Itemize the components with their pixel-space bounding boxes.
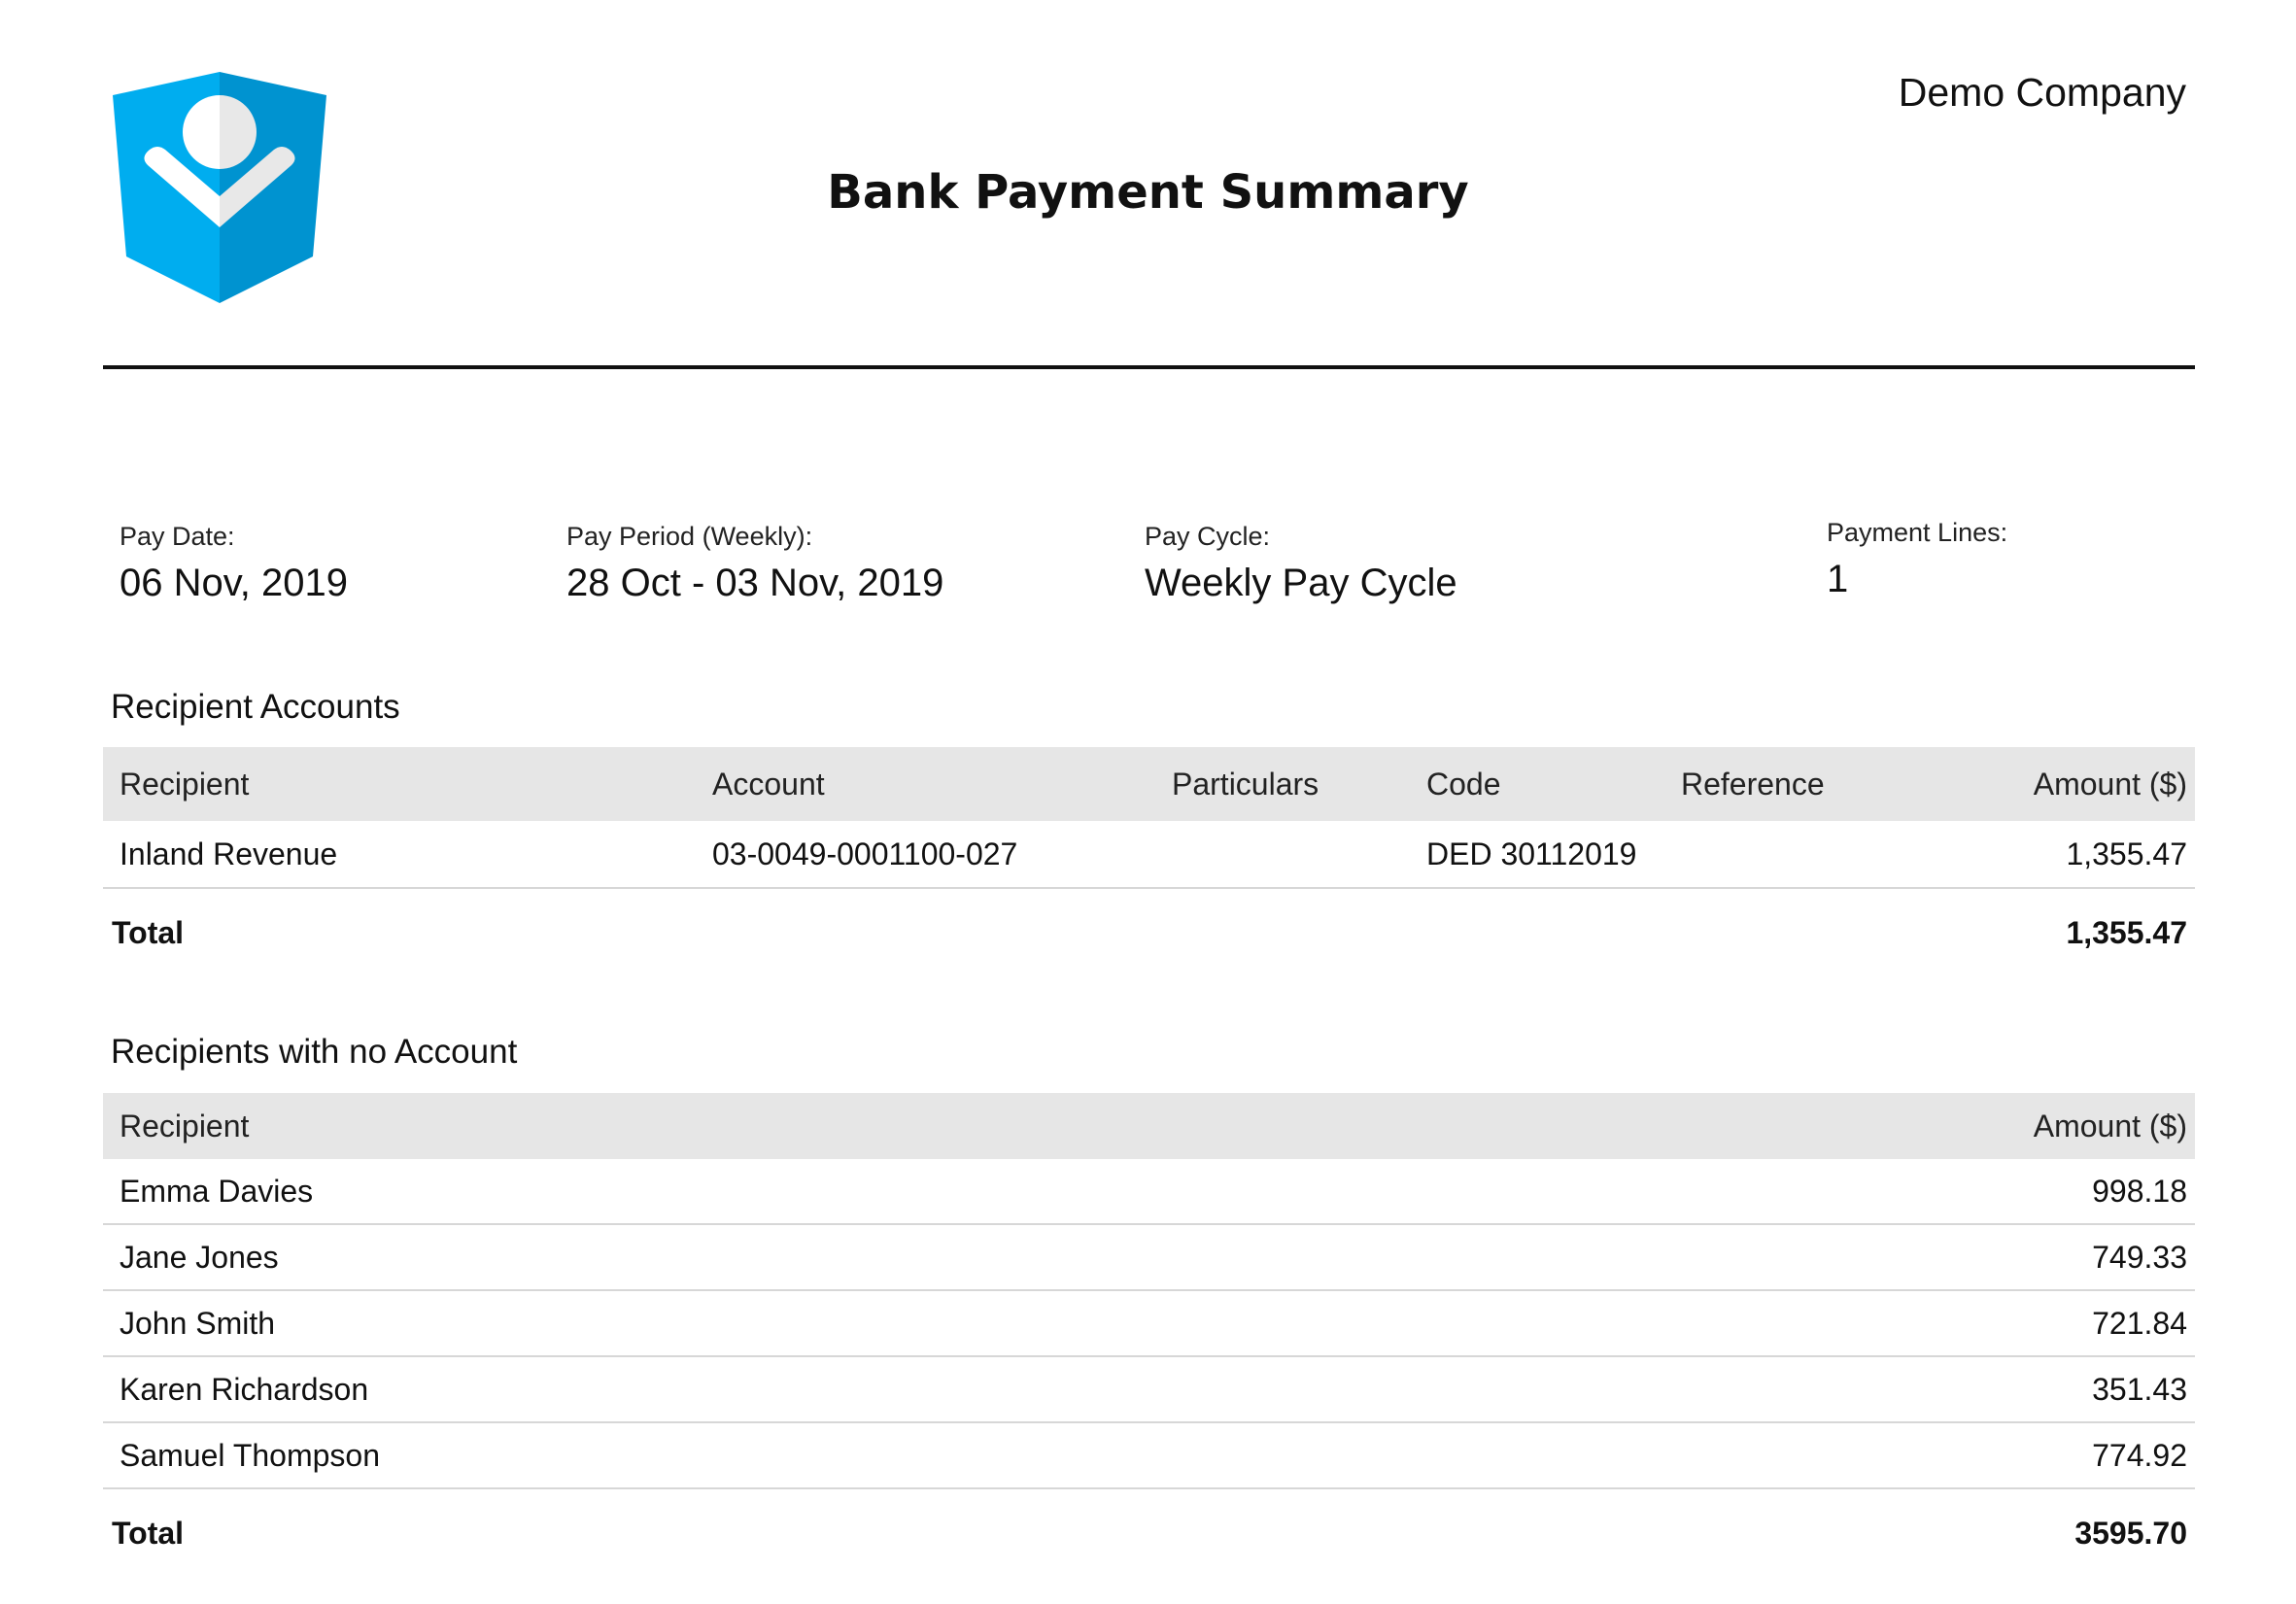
cell-recipient: Karen Richardson: [120, 1371, 369, 1407]
column-header-particulars: Particulars: [1172, 766, 1319, 802]
total-label: Total: [112, 914, 185, 950]
recipient-accounts-title: Recipient Accounts: [111, 688, 400, 726]
pay-date-value: 06 Nov, 2019: [120, 562, 348, 604]
table-header: Recipient Account Particulars Code Refer…: [103, 747, 2195, 821]
column-header-recipient: Recipient: [120, 1108, 250, 1143]
total-row: Total 3595.70: [103, 1489, 2195, 1577]
cell-recipient: Inland Revenue: [120, 836, 338, 871]
cell-recipient: Jane Jones: [120, 1239, 279, 1275]
page-title: Bank Payment Summary: [827, 165, 1469, 220]
no-account-table: Recipient Amount ($) Emma Davies 998.18 …: [103, 1093, 2195, 1577]
cell-amount: 998.18: [2092, 1173, 2187, 1209]
pay-period-value: 28 Oct - 03 Nov, 2019: [566, 562, 944, 604]
header-divider: [103, 365, 2195, 369]
payment-lines-block: Payment Lines: 1: [1827, 515, 2007, 601]
table-row: Karen Richardson 351.43: [103, 1357, 2195, 1423]
table-header: Recipient Amount ($): [103, 1093, 2195, 1159]
column-header-account: Account: [712, 766, 825, 802]
total-label: Total: [112, 1515, 185, 1551]
cell-recipient: Emma Davies: [120, 1173, 314, 1209]
total-amount: 3595.70: [2074, 1515, 2187, 1551]
pay-cycle-block: Pay Cycle: Weekly Pay Cycle: [1145, 519, 1457, 605]
pay-period-block: Pay Period (Weekly): 28 Oct - 03 Nov, 20…: [566, 519, 943, 605]
column-header-reference: Reference: [1681, 766, 1825, 802]
cell-amount: 774.92: [2092, 1437, 2187, 1473]
table-row: John Smith 721.84: [103, 1291, 2195, 1357]
cell-recipient: John Smith: [120, 1305, 276, 1341]
pay-period-label: Pay Period (Weekly):: [566, 522, 813, 551]
company-name: Demo Company: [1898, 70, 2186, 115]
cell-amount: 1,355.47: [2066, 836, 2187, 871]
recipient-accounts-table: Recipient Account Particulars Code Refer…: [103, 747, 2195, 976]
column-header-code: Code: [1426, 766, 1501, 802]
cell-amount: 721.84: [2092, 1305, 2187, 1341]
payment-lines-label: Payment Lines:: [1827, 518, 2008, 547]
table-row: Samuel Thompson 774.92: [103, 1423, 2195, 1489]
no-account-title: Recipients with no Account: [111, 1033, 518, 1071]
table-row: Jane Jones 749.33: [103, 1225, 2195, 1291]
cell-amount: 351.43: [2092, 1371, 2187, 1407]
cell-recipient: Samuel Thompson: [120, 1437, 380, 1473]
payment-lines-value: 1: [1827, 558, 1849, 600]
table-row: Inland Revenue 03-0049-0001100-027 DED 3…: [103, 821, 2195, 889]
cell-code: DED 30112019: [1426, 836, 1637, 871]
cell-amount: 749.33: [2092, 1239, 2187, 1275]
column-header-amount: Amount ($): [2033, 766, 2187, 802]
pay-date-label: Pay Date:: [120, 522, 235, 551]
column-header-amount: Amount ($): [2033, 1108, 2187, 1143]
table-row: Emma Davies 998.18: [103, 1159, 2195, 1225]
pay-cycle-value: Weekly Pay Cycle: [1145, 562, 1457, 604]
pay-cycle-label: Pay Cycle:: [1145, 522, 1271, 551]
total-row: Total 1,355.47: [103, 889, 2195, 976]
total-amount: 1,355.47: [2066, 914, 2187, 950]
cell-account: 03-0049-0001100-027: [712, 836, 1018, 871]
pay-date-block: Pay Date: 06 Nov, 2019: [120, 519, 348, 605]
column-header-recipient: Recipient: [120, 766, 250, 802]
